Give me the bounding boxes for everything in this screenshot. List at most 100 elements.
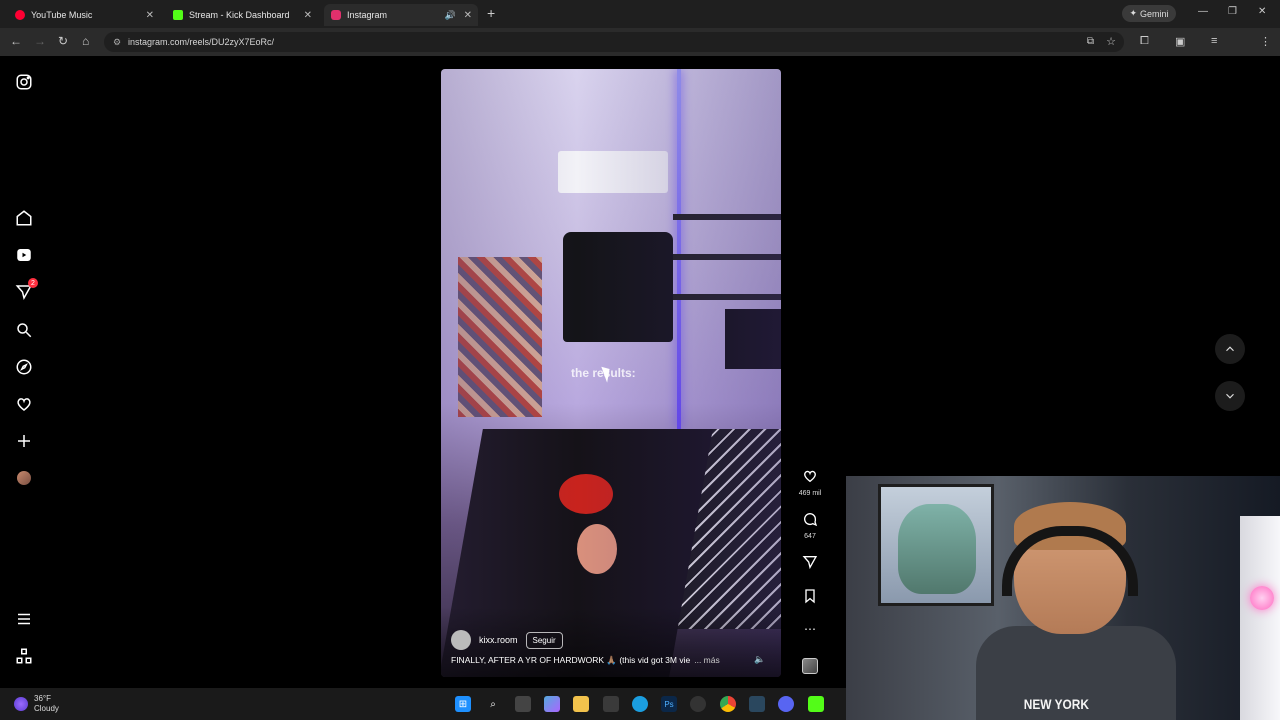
like-count: 469 mil bbox=[798, 490, 822, 497]
chevron-down-icon bbox=[1226, 393, 1234, 399]
taskbar-search-icon[interactable]: ⌕ bbox=[485, 696, 501, 712]
like-button[interactable]: 469 mil bbox=[796, 468, 824, 497]
save-button[interactable] bbox=[796, 588, 824, 609]
menu-icon[interactable] bbox=[14, 609, 34, 629]
reel-author: kixx.room Seguir bbox=[451, 630, 563, 650]
bookmark-icon bbox=[805, 589, 815, 604]
comment-button[interactable]: 647 bbox=[796, 511, 824, 540]
discord-icon[interactable] bbox=[778, 696, 794, 712]
chevron-up-icon bbox=[1226, 346, 1234, 352]
more-options-icon[interactable]: ⋯ bbox=[796, 622, 824, 636]
weather-condition: Cloudy bbox=[34, 704, 59, 713]
close-tab-icon[interactable]: ✕ bbox=[464, 10, 472, 21]
caption-text: FINALLY, AFTER A YR OF HARDWORK 🙏🏽 (this… bbox=[451, 655, 691, 665]
audio-thumbnail[interactable] bbox=[796, 658, 824, 674]
profile-avatar[interactable] bbox=[14, 468, 34, 488]
browser-menu-icon[interactable]: ⋮ bbox=[1260, 35, 1271, 48]
forward-icon[interactable]: → bbox=[34, 34, 46, 48]
youtube-music-icon bbox=[15, 10, 25, 20]
site-info-icon[interactable]: ⚙ bbox=[113, 37, 121, 48]
steam-icon[interactable] bbox=[749, 696, 765, 712]
previous-reel-button[interactable] bbox=[1215, 334, 1245, 364]
kick-icon bbox=[173, 10, 183, 20]
instagram-sidebar: 2 bbox=[0, 56, 48, 688]
edge-icon[interactable] bbox=[632, 696, 648, 712]
reload-icon[interactable]: ↻ bbox=[58, 34, 68, 48]
explore-icon[interactable] bbox=[14, 357, 34, 377]
temperature: 36°F bbox=[34, 694, 51, 703]
messages-badge: 2 bbox=[28, 278, 38, 288]
file-explorer-icon[interactable] bbox=[573, 696, 589, 712]
store-icon[interactable] bbox=[603, 696, 619, 712]
follow-button[interactable]: Seguir bbox=[525, 631, 563, 649]
gemini-icon: ✦ bbox=[1129, 8, 1138, 18]
audio-track-icon bbox=[802, 658, 818, 674]
restore-icon[interactable]: ❐ bbox=[1228, 6, 1237, 17]
sidepanel-icon[interactable]: ▣ bbox=[1175, 35, 1185, 48]
browser-tab-strip: YouTube Music ✕ Stream - Kick Dashboard … bbox=[0, 0, 1280, 28]
browser-toolbar: ← → ↻ ⌂ ⚙ instagram.com/reels/DU2zyX7EoR… bbox=[0, 28, 1280, 56]
address-bar[interactable]: ⚙ instagram.com/reels/DU2zyX7EoRc/ ⧉ ☆ bbox=[104, 32, 1124, 52]
new-tab-button[interactable]: + bbox=[487, 5, 495, 21]
weather-icon bbox=[14, 697, 28, 711]
shirt-text: NEW YORK bbox=[1023, 696, 1089, 712]
instagram-tab-icon bbox=[331, 10, 341, 20]
messages-icon[interactable]: 2 bbox=[14, 278, 38, 302]
task-view-icon[interactable] bbox=[515, 696, 531, 712]
frog-figure bbox=[898, 504, 976, 594]
back-icon[interactable]: ← bbox=[10, 34, 22, 48]
author-avatar[interactable] bbox=[451, 630, 471, 650]
gemini-button[interactable]: ✦ Gemini bbox=[1122, 5, 1176, 22]
avatar bbox=[17, 471, 31, 485]
screen: YouTube Music ✕ Stream - Kick Dashboard … bbox=[0, 0, 1280, 720]
tab-kick-dashboard[interactable]: Stream - Kick Dashboard ✕ bbox=[166, 4, 318, 26]
tab-youtube-music[interactable]: YouTube Music ✕ bbox=[8, 4, 160, 26]
pc-case bbox=[1240, 516, 1280, 720]
streamer: NEW YORK bbox=[976, 502, 1176, 720]
minimize-icon[interactable]: — bbox=[1198, 6, 1208, 17]
copilot-icon[interactable] bbox=[544, 696, 560, 712]
search-icon[interactable] bbox=[14, 320, 34, 340]
home-icon[interactable] bbox=[14, 208, 34, 228]
close-tab-icon[interactable]: ✕ bbox=[146, 10, 154, 21]
also-from-meta-icon[interactable] bbox=[14, 646, 34, 666]
author-username[interactable]: kixx.room bbox=[479, 635, 518, 645]
next-reel-button[interactable] bbox=[1215, 381, 1245, 411]
media-control-icon[interactable]: ≡ bbox=[1211, 35, 1217, 47]
window-close-icon[interactable]: ✕ bbox=[1258, 6, 1266, 17]
gemini-label: Gemini bbox=[1140, 8, 1169, 19]
bookmark-star-icon[interactable]: ☆ bbox=[1106, 35, 1116, 48]
install-app-icon[interactable]: ⧉ bbox=[1087, 36, 1094, 47]
reels-icon[interactable] bbox=[14, 245, 34, 265]
comment-icon bbox=[804, 513, 818, 527]
tab-label: Instagram bbox=[347, 10, 388, 20]
home-button-icon[interactable]: ⌂ bbox=[82, 34, 89, 48]
share-button[interactable] bbox=[796, 554, 824, 575]
kick-app-icon[interactable] bbox=[808, 696, 824, 712]
photoshop-icon[interactable]: Ps bbox=[661, 696, 677, 712]
share-icon bbox=[802, 556, 818, 570]
tab-label: YouTube Music bbox=[31, 10, 93, 20]
create-icon[interactable] bbox=[14, 431, 34, 451]
webcam-overlay: NEW YORK bbox=[846, 476, 1280, 720]
heart-icon bbox=[804, 470, 816, 483]
notifications-icon[interactable] bbox=[14, 394, 34, 414]
mute-icon[interactable]: 🔈 bbox=[754, 654, 765, 665]
instagram-logo-icon[interactable] bbox=[14, 72, 34, 92]
caption-more-link[interactable]: ... más bbox=[694, 655, 720, 665]
chrome-icon[interactable] bbox=[720, 696, 736, 712]
tab-instagram[interactable]: Instagram 🔊 ✕ bbox=[324, 4, 478, 26]
windows-taskbar: 36°F Cloudy ⊞ ⌕ Ps bbox=[0, 688, 846, 720]
url-text: instagram.com/reels/DU2zyX7EoRc/ bbox=[128, 37, 275, 47]
reel-video[interactable]: the results: kixx.room Seguir FINALLY, A… bbox=[441, 69, 781, 677]
comment-count: 647 bbox=[804, 533, 816, 540]
close-tab-icon[interactable]: ✕ bbox=[304, 10, 312, 21]
extensions-icon[interactable]: ⧠ bbox=[1140, 35, 1149, 48]
obs-icon[interactable] bbox=[690, 696, 706, 712]
tab-label: Stream - Kick Dashboard bbox=[189, 10, 290, 20]
start-icon[interactable]: ⊞ bbox=[455, 696, 471, 712]
weather-widget[interactable]: 36°F Cloudy bbox=[14, 694, 59, 714]
pc-fan bbox=[1250, 586, 1274, 610]
tab-audio-icon[interactable]: 🔊 bbox=[445, 10, 456, 21]
reel-actions: 469 mil 647 ⋯ bbox=[796, 56, 824, 688]
